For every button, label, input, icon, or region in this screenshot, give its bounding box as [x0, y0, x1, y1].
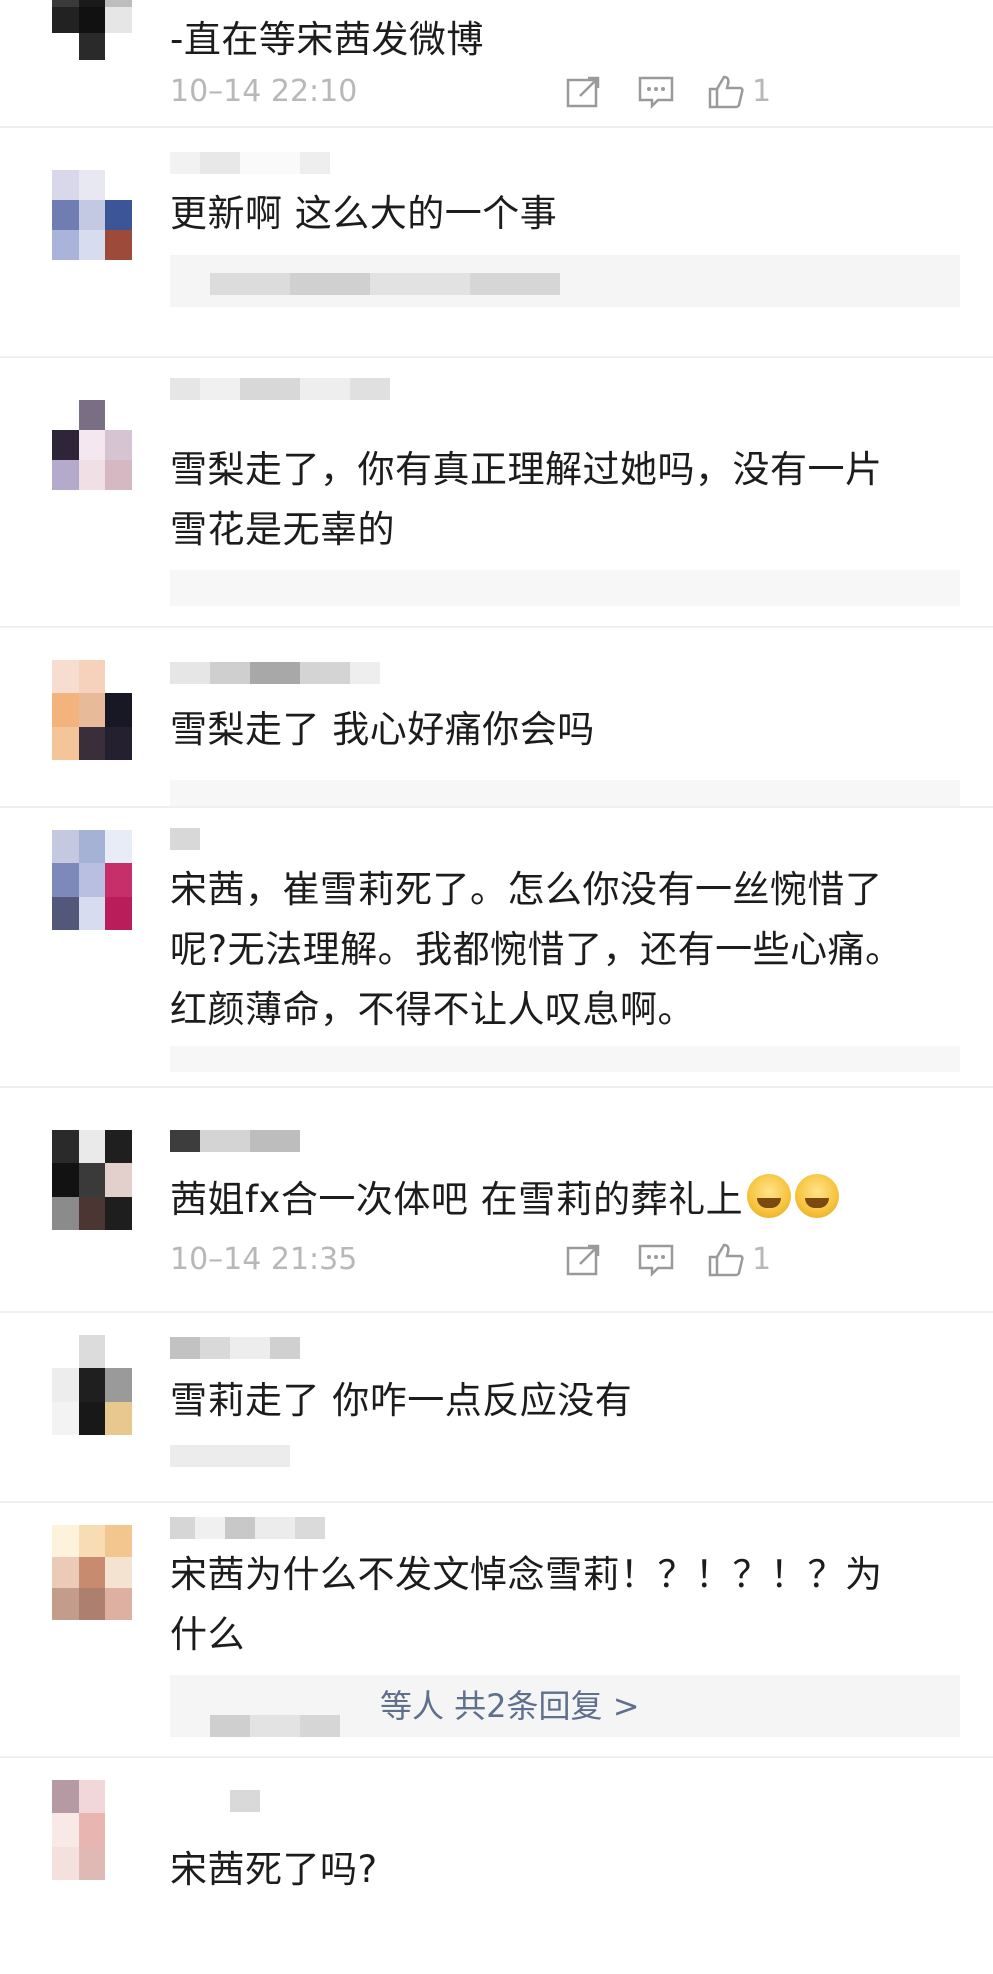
share-icon[interactable]: [564, 1242, 604, 1278]
comment-item[interactable]: 茜姐fx合一次体吧 在雪莉的葬礼上 10–14 21:35 1: [0, 1090, 993, 1325]
comment-line: 宋茜为什么不发文悼念雪莉！？！？！？为: [170, 1553, 883, 1596]
reply-summary[interactable]: 等人 共2条回复 >: [170, 1675, 960, 1737]
comment-line: 什么: [170, 1613, 245, 1656]
comment-item[interactable]: 宋茜，崔雪莉死了。怎么你没有一丝惋惜了 呢?无法理解。我都惋惜了，还有一些心痛。…: [0, 810, 993, 1075]
avatar[interactable]: [52, 1130, 132, 1230]
avatar[interactable]: [52, 1335, 132, 1435]
divider: [0, 626, 993, 628]
divider: [0, 1311, 993, 1313]
crying-face-icon: [795, 1174, 840, 1218]
comment-time: 10–14 22:10: [170, 74, 358, 109]
avatar[interactable]: [52, 400, 132, 490]
like-icon[interactable]: [706, 1242, 746, 1278]
divider: [0, 356, 993, 358]
divider: [0, 1086, 993, 1088]
divider: [0, 1501, 993, 1503]
avatar[interactable]: [52, 1780, 132, 1880]
like-icon[interactable]: [706, 74, 746, 110]
comment-line: 红颜薄命，不得不让人叹息啊。: [170, 988, 695, 1031]
username-blurred: [170, 378, 390, 400]
avatar[interactable]: [52, 660, 132, 760]
crying-face-icon: [747, 1174, 792, 1218]
comment-item[interactable]: 宋茜为什么不发文悼念雪莉！？！？！？为 什么 等人 共2条回复 >: [0, 1505, 993, 1760]
reply-summary-text[interactable]: 等人 共2条回复 >: [380, 1687, 640, 1725]
comment-feed: -直在等宋茜发微博 10–14 22:10 1 更新啊 这么大的一个事 雪梨走了…: [0, 0, 993, 1974]
avatar[interactable]: [52, 830, 132, 930]
comment-text: 雪莉走了 你咋一点反应没有: [170, 1379, 633, 1422]
comment-item[interactable]: -直在等宋茜发微博 10–14 22:10 1: [0, 0, 993, 130]
username-blurred: [170, 828, 200, 850]
avatar[interactable]: [52, 1525, 132, 1620]
avatar[interactable]: [52, 0, 132, 60]
comment-line: 雪梨走了，你有真正理解过她吗，没有一片: [170, 448, 883, 491]
username-blurred: [170, 1130, 300, 1152]
comment-meta: 10–14 21:35 1: [170, 1240, 960, 1280]
reply-blurred: [210, 273, 560, 295]
comment-text: 茜姐fx合一次体吧 在雪莉的葬礼上: [170, 1170, 960, 1230]
comment-item[interactable]: 雪梨走了 我心好痛你会吗: [0, 630, 993, 810]
divider: [0, 126, 993, 128]
comment-icon[interactable]: [636, 1242, 676, 1278]
divider: [0, 1756, 993, 1758]
reply-preview[interactable]: [170, 255, 960, 307]
reply-preview[interactable]: [170, 780, 960, 808]
username-blurred: [170, 1517, 325, 1539]
username-blurred: [170, 1337, 300, 1359]
like-count: 1: [752, 74, 772, 109]
divider: [0, 806, 993, 808]
comment-icon[interactable]: [636, 74, 676, 110]
comment-text: 宋茜死了吗?: [170, 1848, 378, 1891]
comment-line: 茜姐fx合一次体吧 在雪莉的葬礼上: [170, 1178, 744, 1221]
comment-text: 雪梨走了，你有真正理解过她吗，没有一片 雪花是无辜的: [170, 440, 960, 560]
comment-text: 更新啊 这么大的一个事: [170, 192, 558, 235]
comment-text: -直在等宋茜发微博: [170, 18, 484, 61]
comment-text: 雪梨走了 我心好痛你会吗: [170, 708, 595, 751]
reply-preview[interactable]: [170, 1046, 960, 1072]
comment-text: 宋茜，崔雪莉死了。怎么你没有一丝惋惜了 呢?无法理解。我都惋惜了，还有一些心痛。…: [170, 860, 960, 1040]
comment-item[interactable]: 更新啊 这么大的一个事: [0, 130, 993, 360]
comment-line: 雪花是无辜的: [170, 508, 395, 551]
comment-line: 宋茜，崔雪莉死了。怎么你没有一丝惋惜了: [170, 868, 883, 911]
username-blurred: [170, 152, 330, 174]
comment-item[interactable]: 雪梨走了，你有真正理解过她吗，没有一片 雪花是无辜的: [0, 360, 993, 630]
avatar[interactable]: [52, 170, 132, 260]
comment-item[interactable]: 宋茜死了吗?: [0, 1760, 993, 1974]
comment-line: 呢?无法理解。我都惋惜了，还有一些心痛。: [170, 928, 903, 971]
comment-meta: 10–14 22:10 1: [170, 72, 960, 112]
reply-user-blurred: [210, 1715, 340, 1737]
username-blurred: [230, 1790, 260, 1812]
comment-item[interactable]: 雪莉走了 你咋一点反应没有: [0, 1315, 993, 1505]
reply-preview[interactable]: [170, 570, 960, 606]
username-blurred: [170, 662, 380, 684]
time-blurred: [170, 1445, 290, 1467]
comment-time: 10–14 21:35: [170, 1242, 358, 1277]
comment-text: 宋茜为什么不发文悼念雪莉！？！？！？为 什么: [170, 1545, 960, 1665]
share-icon[interactable]: [564, 74, 604, 110]
like-count: 1: [752, 1242, 772, 1277]
